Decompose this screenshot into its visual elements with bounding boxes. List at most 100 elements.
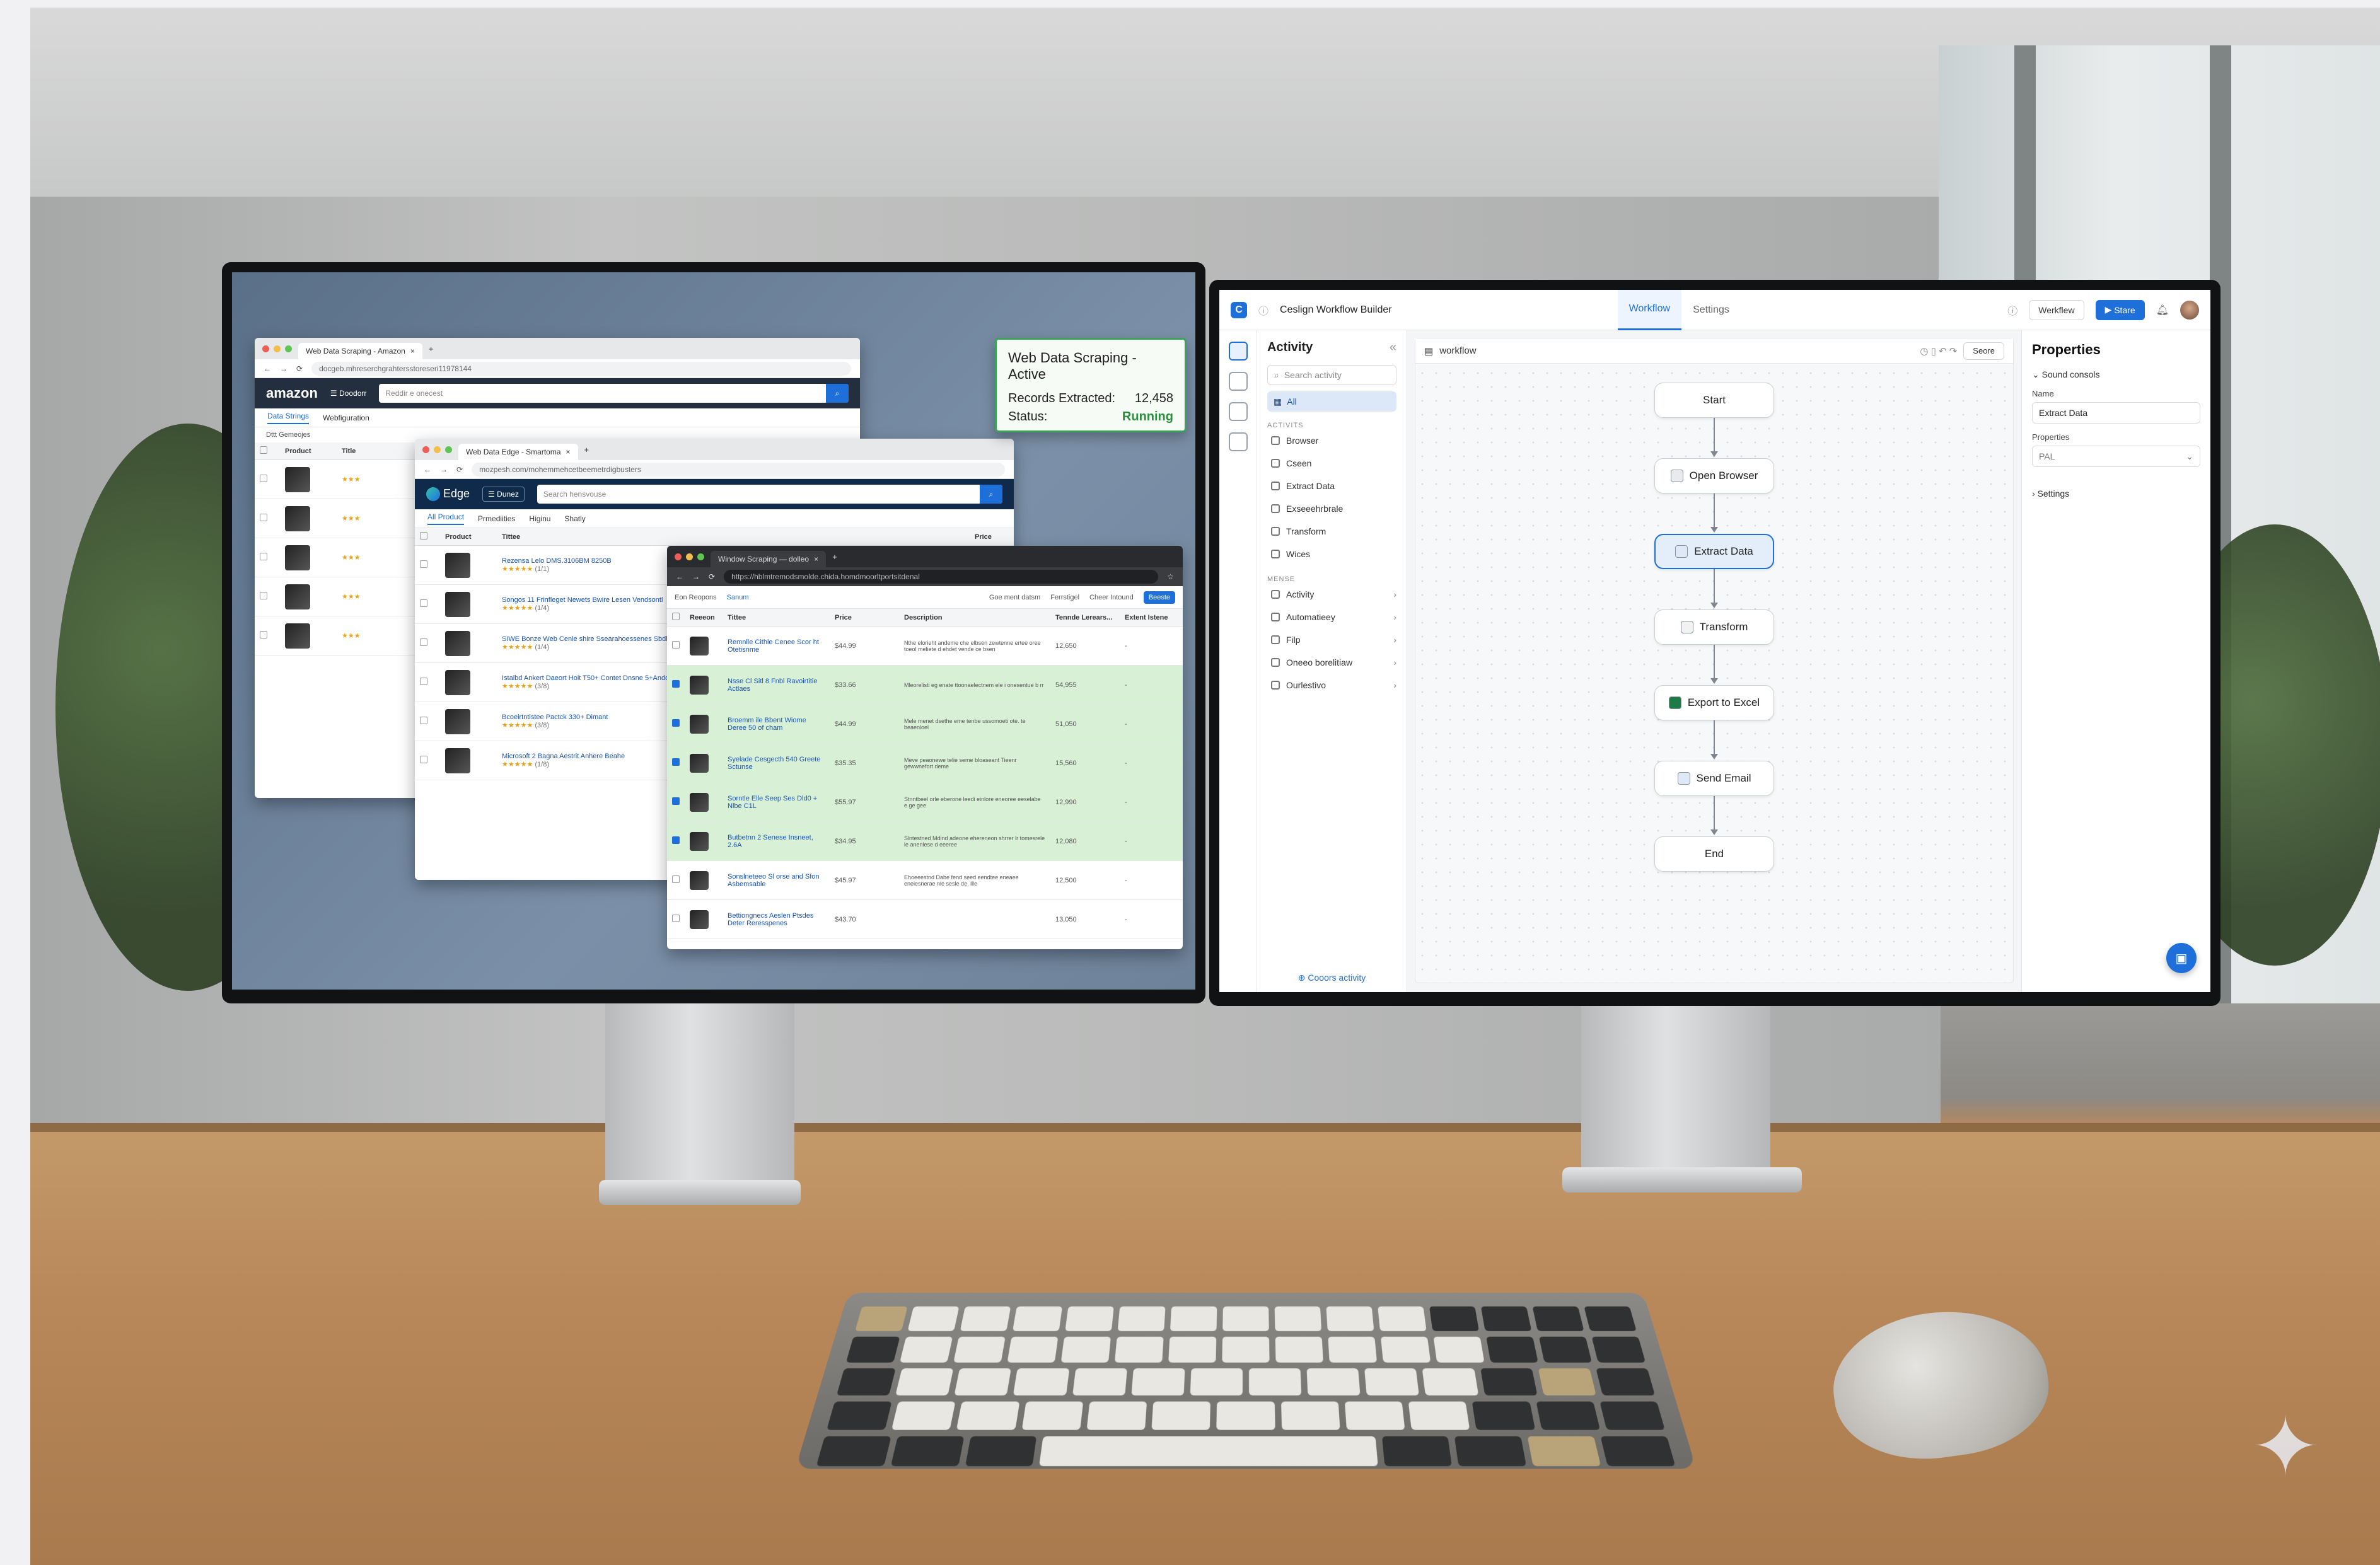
row-checkbox[interactable] — [672, 719, 680, 727]
workflow-node[interactable]: Export to Excel — [1654, 685, 1774, 720]
table-row[interactable]: Sonslneteeo Sl orse and Sfon Asbemsable $… — [667, 860, 1183, 900]
tab-workflow[interactable]: Workflow — [1617, 290, 1682, 330]
close-icon[interactable]: × — [566, 448, 571, 456]
name-field[interactable]: Extract Data — [2032, 402, 2200, 424]
menu-button[interactable]: ☰ Doodorr — [330, 389, 366, 398]
workflow-node[interactable]: Send Email — [1654, 761, 1774, 796]
activity-item[interactable]: Extract Data — [1267, 475, 1396, 497]
nav-item[interactable]: Higinu — [529, 514, 550, 523]
nav-item[interactable]: Prmediities — [478, 514, 515, 523]
chrome-scraper-window[interactable]: Window Scraping — dolleo × + ← → ⟳ https://… — [667, 546, 1183, 949]
result-title[interactable]: Remnlle Cithle Cenee Scor ht Otetisnme — [723, 626, 830, 666]
workflow-node[interactable]: Transform — [1654, 609, 1774, 645]
bell-icon[interactable]: 🔔︎ — [2156, 304, 2169, 316]
new-tab-icon[interactable]: + — [832, 552, 837, 562]
address-bar[interactable]: mozpesh.com/mohemmehcetbeemetrdigbusters — [472, 462, 1005, 476]
row-checkbox[interactable] — [420, 678, 427, 685]
workflow-node[interactable]: Start — [1654, 383, 1774, 418]
row-checkbox[interactable] — [420, 717, 427, 724]
menu-button[interactable]: ☰ Dunez — [482, 487, 525, 502]
result-title[interactable]: Sonslneteeo Sl orse and Sfon Asbemsable — [723, 860, 830, 900]
menu-item[interactable]: Oneeo borelitiaw › — [1267, 651, 1396, 674]
toolbar-item[interactable]: Ferrstigel — [1050, 594, 1079, 601]
forward-icon[interactable]: → — [692, 572, 700, 581]
row-checkbox[interactable] — [672, 641, 680, 649]
toolbar-item[interactable]: Cheer Intound — [1089, 594, 1134, 601]
new-tab-icon[interactable]: + — [429, 344, 434, 354]
activity-item[interactable]: Cseen — [1267, 452, 1396, 475]
settings-section[interactable]: › Settings — [2032, 488, 2200, 499]
back-icon[interactable]: ← — [264, 364, 271, 373]
table-row[interactable]: Sorntle Elle Seep Ses Dld0 + Nlbe C1L $55… — [667, 782, 1183, 822]
rail-icon[interactable] — [1228, 402, 1248, 421]
table-row[interactable]: Syelade Cesgecth 540 Greete Sctunse $35.3… — [667, 743, 1183, 783]
row-checkbox[interactable] — [672, 797, 680, 805]
nav-data-strings[interactable]: Data Strings — [267, 412, 310, 424]
activity-rail-icon[interactable] — [1228, 342, 1248, 361]
row-checkbox[interactable] — [420, 599, 427, 607]
browser-tab[interactable]: Web Data Edge - Smartoma × — [458, 444, 578, 460]
toolbar-item[interactable]: Eon Reopons — [675, 594, 717, 601]
result-title[interactable]: Broemm ile Bbent Wiome Deree 50 of cham — [723, 704, 830, 744]
table-row[interactable]: Butbetnn 2 Senese Insneet, 2.6A $34.95 Sln… — [667, 821, 1183, 861]
row-checkbox[interactable] — [672, 680, 680, 688]
row-checkbox[interactable] — [420, 756, 427, 763]
row-checkbox[interactable] — [420, 638, 427, 646]
result-title[interactable]: Nsse Cl Sitl 8 Fnbl Ravoirtitie Actlaes — [723, 665, 830, 705]
browser-tab[interactable]: Window Scraping — dolleo × — [711, 551, 827, 567]
app-logo[interactable]: C — [1231, 301, 1247, 318]
nav-all-product[interactable]: All Product — [427, 512, 465, 525]
start-button[interactable]: ▶ Stare — [2095, 299, 2145, 320]
canvas-tool-icons[interactable]: ◷ ▯ ↶ ↷ — [1920, 345, 1957, 357]
amazon-logo[interactable]: amazon — [266, 385, 318, 401]
star-icon[interactable]: ☆ — [1167, 572, 1174, 581]
activity-item[interactable]: Wices — [1267, 543, 1396, 565]
row-checkbox[interactable] — [420, 560, 427, 568]
nav-webfiguration[interactable]: Webfiguration — [323, 413, 369, 422]
workflow-button[interactable]: Werkflew — [2029, 299, 2084, 320]
menu-item[interactable]: Filp › — [1267, 628, 1396, 651]
new-tab-icon[interactable]: + — [584, 445, 589, 454]
search-icon[interactable]: ⌕ — [826, 384, 849, 403]
properties-section[interactable]: ⌄ Sound consols — [2032, 369, 2200, 380]
browser-tab[interactable]: Web Data Scraping - Amazon × — [298, 343, 422, 359]
search-input[interactable]: Reddir e onecest ⌕ — [379, 384, 849, 403]
row-checkbox[interactable] — [672, 836, 680, 844]
menu-item[interactable]: Activity › — [1267, 583, 1396, 606]
activity-search-input[interactable]: ⌕ Search activity — [1267, 365, 1396, 385]
reload-icon[interactable]: ⟳ — [296, 364, 303, 373]
reload-icon[interactable]: ⟳ — [709, 572, 715, 581]
back-icon[interactable]: ← — [424, 465, 431, 474]
menu-item[interactable]: Automatieey › — [1267, 606, 1396, 628]
create-activity-link[interactable]: ⊕ Cooors activity — [1257, 973, 1407, 983]
table-row[interactable]: Bettiongnecs Aeslen Ptsdes Deter Reressp… — [667, 899, 1183, 939]
rail-icon[interactable] — [1228, 372, 1248, 391]
save-button[interactable]: Seore — [1963, 342, 2004, 360]
chat-fab-button[interactable]: ▣ — [2166, 943, 2197, 973]
back-icon[interactable]: ← — [676, 572, 683, 581]
forward-icon[interactable]: → — [280, 364, 287, 373]
table-row[interactable]: Nsse Cl Sitl 8 Fnbl Ravoirtitie Actlaes $… — [667, 665, 1183, 705]
activity-item[interactable]: Browser — [1267, 429, 1396, 452]
edge-logo[interactable]: Edge — [426, 487, 470, 502]
close-icon[interactable]: × — [410, 347, 415, 355]
help-icon[interactable]: ⓘ — [2007, 303, 2017, 318]
activity-filter-all[interactable]: ▦ All — [1267, 391, 1396, 412]
tab-settings[interactable]: Settings — [1681, 290, 1741, 330]
collapse-icon[interactable]: « — [1390, 340, 1396, 355]
table-row[interactable]: Remnlle Cithle Cenee Scor ht Otetisnme $4… — [667, 626, 1183, 666]
close-icon[interactable]: × — [814, 555, 818, 563]
info-icon[interactable]: ⓘ — [1258, 303, 1268, 318]
address-bar[interactable]: docgeb.mhreserchgrahtersstoreseri1197814… — [311, 361, 851, 376]
toolbar-item[interactable]: Goe ment datsm — [989, 594, 1040, 601]
forward-icon[interactable]: → — [440, 465, 448, 474]
table-row[interactable]: Broemm ile Bbent Wiome Deree 50 of cham $… — [667, 704, 1183, 744]
rail-icon[interactable] — [1228, 432, 1248, 451]
row-checkbox[interactable] — [672, 875, 680, 883]
reload-icon[interactable]: ⟳ — [456, 465, 463, 474]
workflow-node[interactable]: Extract Data — [1654, 534, 1774, 569]
search-icon[interactable]: ⌕ — [980, 485, 1002, 504]
toolbar-item[interactable]: Sanum — [727, 594, 749, 601]
address-bar[interactable]: https://hblmtremodsmolde.chida.homdmoorl… — [724, 570, 1159, 584]
workflow-canvas[interactable]: ▤ workflow ◷ ▯ ↶ ↷ Seore Start Open Brows… — [1415, 338, 2014, 983]
